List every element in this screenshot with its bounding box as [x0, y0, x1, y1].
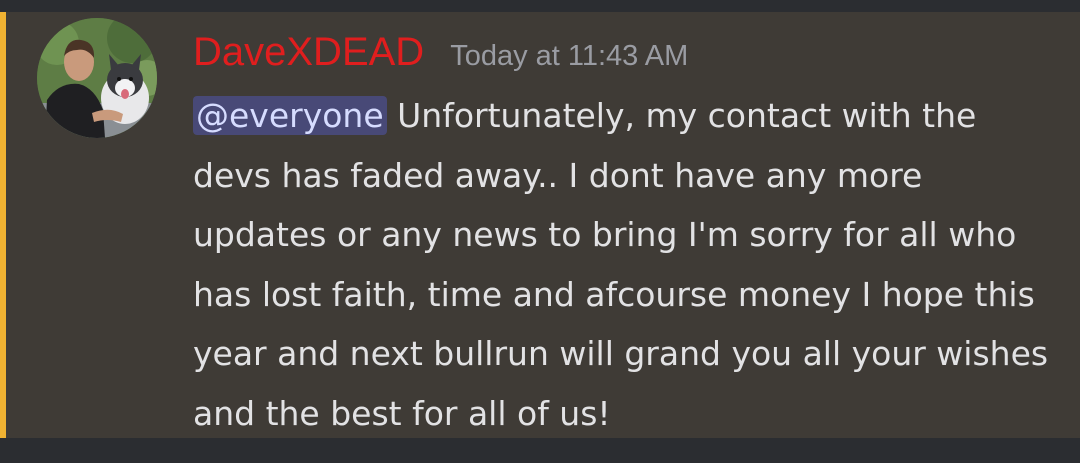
- message-content: @everyone Unfortunately, my contact with…: [193, 86, 1063, 443]
- message-text: Unfortunately, my contact with the devs …: [193, 96, 1049, 433]
- everyone-mention[interactable]: @everyone: [193, 96, 387, 135]
- avatar-image: [37, 18, 157, 138]
- chat-message[interactable]: DaveXDEAD Today at 11:43 AM @everyone Un…: [0, 12, 1080, 438]
- chat-divider: [0, 438, 1080, 463]
- avatar[interactable]: [37, 18, 157, 138]
- timestamp[interactable]: Today at 11:43 AM: [450, 40, 688, 73]
- username[interactable]: DaveXDEAD: [193, 30, 424, 75]
- message-header: DaveXDEAD Today at 11:43 AM: [193, 30, 688, 80]
- mention-highlight-bar: [0, 12, 6, 438]
- chat-view: DaveXDEAD Today at 11:43 AM @everyone Un…: [0, 0, 1080, 463]
